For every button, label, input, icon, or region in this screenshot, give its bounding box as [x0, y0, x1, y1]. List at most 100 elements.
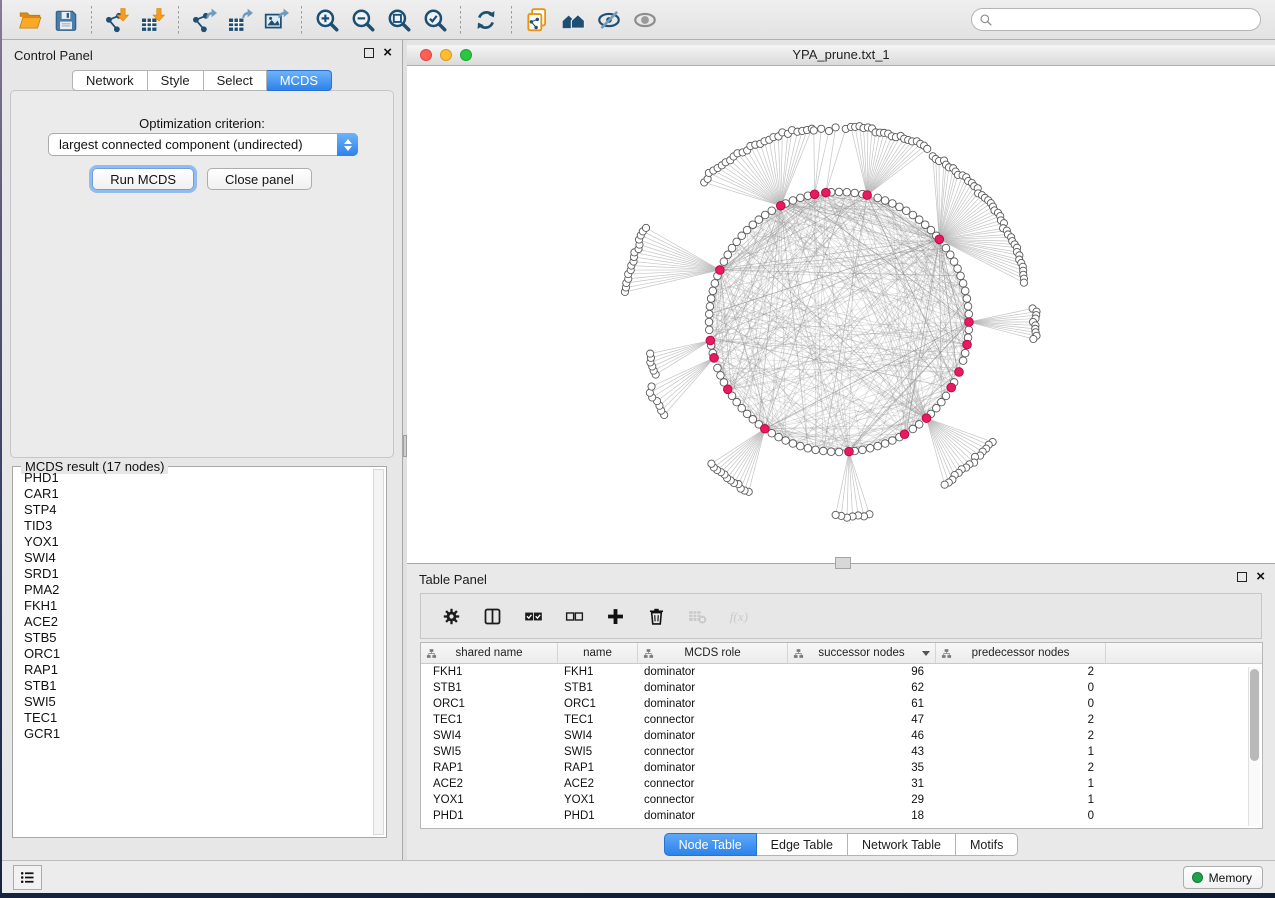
mcds-result-item[interactable]: STP4: [16, 502, 372, 518]
network-window-title: YPA_prune.txt_1: [407, 45, 1275, 65]
column-header-shared_name[interactable]: shared name: [421, 643, 558, 663]
mcds-result-item[interactable]: ORC1: [16, 646, 372, 662]
mcds-result-item[interactable]: ACE2: [16, 614, 372, 630]
tab-motifs[interactable]: Motifs: [956, 833, 1018, 856]
hide-details-icon[interactable]: [594, 5, 624, 35]
table-row[interactable]: STB1STB1dominator620: [421, 680, 1262, 696]
mcds-result-item[interactable]: RAP1: [16, 662, 372, 678]
zoom-out-icon[interactable]: [348, 5, 378, 35]
mcds-list-scrollbar[interactable]: [373, 469, 384, 835]
mcds-result-item[interactable]: GCR1: [16, 726, 372, 742]
zoom-fit-icon[interactable]: [384, 5, 414, 35]
export-table-icon[interactable]: [225, 5, 255, 35]
column-header-predecessor_nodes[interactable]: predecessor nodes: [936, 643, 1106, 663]
cell-mcds_role: dominator: [638, 664, 788, 680]
mcds-result-item[interactable]: PHD1: [16, 470, 372, 486]
save-session-icon[interactable]: [51, 5, 81, 35]
show-details-icon[interactable]: [630, 5, 660, 35]
cell-successor_nodes: 29: [788, 792, 936, 808]
close-panel-icon[interactable]: ×: [383, 48, 392, 58]
neighbors-icon[interactable]: [558, 5, 588, 35]
optimization-criterion-select[interactable]: largest connected component (undirected): [48, 133, 358, 156]
mcds-result-item[interactable]: STB1: [16, 678, 372, 694]
import-table-icon[interactable]: [138, 5, 168, 35]
mcds-result-item[interactable]: YOX1: [16, 534, 372, 550]
table-options-icon[interactable]: [439, 604, 463, 628]
deselect-all-icon[interactable]: [562, 604, 586, 628]
network-canvas[interactable]: [407, 66, 1275, 563]
tab-node-table[interactable]: Node Table: [664, 833, 757, 856]
column-header-mcds_role[interactable]: MCDS role: [638, 643, 788, 663]
column-header-successor_nodes[interactable]: successor nodes: [788, 643, 936, 663]
node-table[interactable]: shared namenameMCDS rolesuccessor nodesp…: [420, 642, 1263, 829]
import-network-icon[interactable]: [102, 5, 132, 35]
tab-mcds[interactable]: MCDS: [267, 70, 332, 91]
tab-network-table[interactable]: Network Table: [848, 833, 956, 856]
search-field[interactable]: [971, 8, 1261, 31]
mcds-result-item[interactable]: TEC1: [16, 710, 372, 726]
table-row[interactable]: ORC1ORC1dominator610: [421, 696, 1262, 712]
select-all-icon[interactable]: [521, 604, 545, 628]
table-row[interactable]: SWI5SWI5connector431: [421, 744, 1262, 760]
tab-style[interactable]: Style: [148, 70, 204, 91]
add-column-icon[interactable]: [603, 604, 627, 628]
cell-predecessor_nodes: 1: [936, 792, 1106, 808]
float-table-panel-icon[interactable]: [1237, 572, 1247, 582]
horizontal-splitter-handle[interactable]: [835, 557, 851, 569]
cell-predecessor_nodes: 2: [936, 728, 1106, 744]
task-history-button[interactable]: [13, 865, 42, 890]
mcds-result-item[interactable]: SWI5: [16, 694, 372, 710]
cell-name: FKH1: [558, 664, 638, 680]
split-panel-icon[interactable]: [480, 604, 504, 628]
cell-mcds_role: connector: [638, 744, 788, 760]
network-window-titlebar[interactable]: YPA_prune.txt_1: [407, 45, 1275, 66]
mcds-result-item[interactable]: SWI4: [16, 550, 372, 566]
toolbar-separator: [460, 6, 461, 34]
clone-network-icon[interactable]: [522, 5, 552, 35]
table-row[interactable]: TEC1TEC1connector472: [421, 712, 1262, 728]
column-header-name[interactable]: name: [558, 643, 638, 663]
application-window: Control Panel × NetworkStyleSelectMCDS O…: [2, 0, 1275, 893]
table-row[interactable]: FKH1FKH1dominator962: [421, 664, 1262, 680]
table-scrollbar[interactable]: [1248, 667, 1260, 826]
table-scrollbar-thumb[interactable]: [1250, 669, 1259, 761]
float-panel-icon[interactable]: [364, 48, 374, 58]
refresh-icon[interactable]: [471, 5, 501, 35]
table-row[interactable]: PHD1PHD1dominator180: [421, 808, 1262, 824]
tab-edge-table[interactable]: Edge Table: [757, 833, 848, 856]
mcds-result-item[interactable]: CAR1: [16, 486, 372, 502]
window-close-icon[interactable]: [420, 49, 432, 61]
window-maximize-icon[interactable]: [460, 49, 472, 61]
table-row[interactable]: SWI4SWI4dominator462: [421, 728, 1262, 744]
toolbar-separator: [511, 6, 512, 34]
delete-column-icon[interactable]: [644, 604, 668, 628]
zoom-selected-icon[interactable]: [420, 5, 450, 35]
mcds-result-item[interactable]: TID3: [16, 518, 372, 534]
tab-select[interactable]: Select: [204, 70, 267, 91]
mcds-result-item[interactable]: STB5: [16, 630, 372, 646]
run-mcds-button[interactable]: Run MCDS: [92, 168, 194, 190]
table-row[interactable]: ACE2ACE2connector311: [421, 776, 1262, 792]
zoom-in-icon[interactable]: [312, 5, 342, 35]
mcds-result-item[interactable]: FKH1: [16, 598, 372, 614]
search-input[interactable]: [993, 11, 1260, 29]
close-table-panel-icon[interactable]: ×: [1256, 572, 1265, 582]
mcds-result-item[interactable]: PMA2: [16, 582, 372, 598]
column-type-icon: [426, 648, 437, 659]
memory-button[interactable]: Memory: [1183, 866, 1263, 889]
mcds-result-list[interactable]: PHD1CAR1STP4TID3YOX1SWI4SRD1PMA2FKH1ACE2…: [16, 470, 372, 834]
cell-mcds_role: dominator: [638, 728, 788, 744]
table-row[interactable]: RAP1RAP1dominator352: [421, 760, 1262, 776]
table-row[interactable]: YOX1YOX1connector291: [421, 792, 1262, 808]
export-network-icon[interactable]: [189, 5, 219, 35]
mcds-result-item[interactable]: SRD1: [16, 566, 372, 582]
window-minimize-icon[interactable]: [440, 49, 452, 61]
tab-network[interactable]: Network: [72, 70, 148, 91]
cell-shared_name: STB1: [421, 680, 558, 696]
close-panel-button[interactable]: Close panel: [207, 168, 312, 190]
export-image-icon[interactable]: [261, 5, 291, 35]
column-type-icon: [941, 648, 952, 659]
network-graph[interactable]: [407, 66, 1275, 563]
cell-predecessor_nodes: 1: [936, 776, 1106, 792]
open-session-icon[interactable]: [15, 5, 45, 35]
